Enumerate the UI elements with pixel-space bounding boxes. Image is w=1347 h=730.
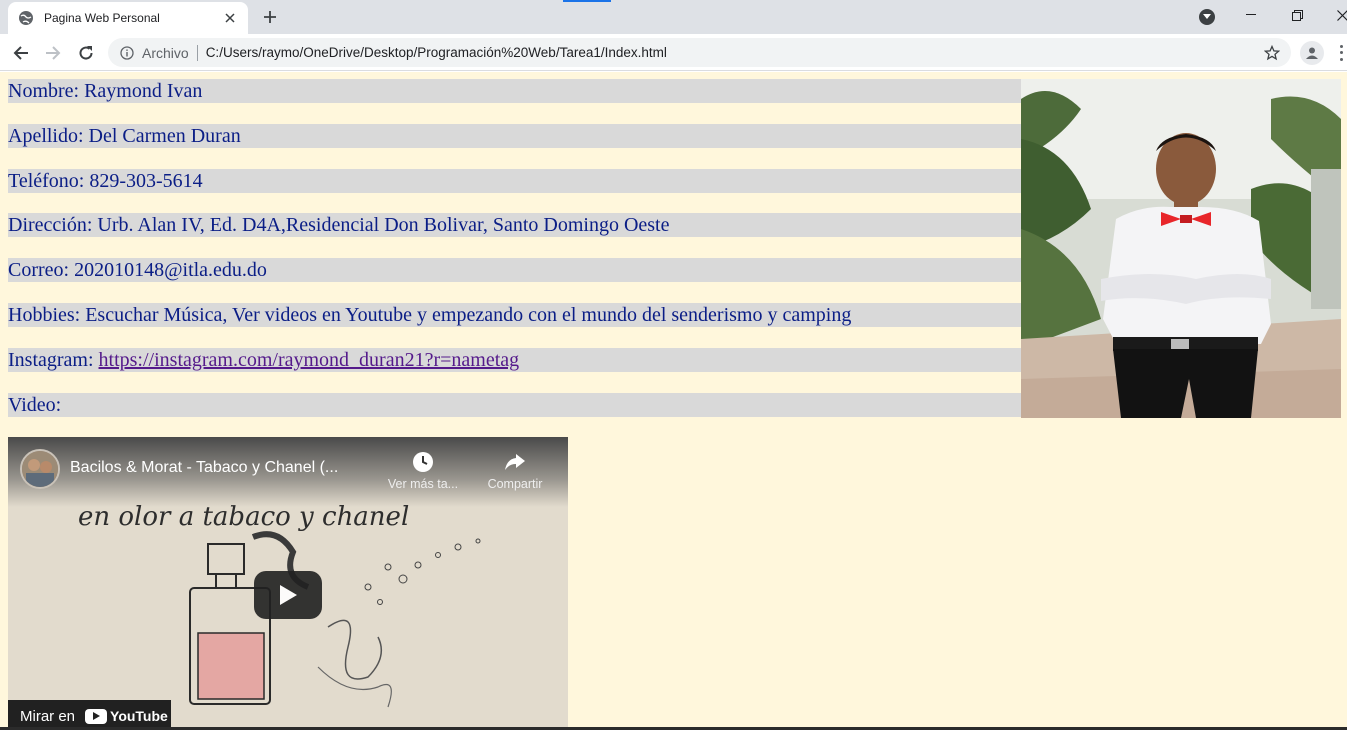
reload-button[interactable]: [73, 40, 99, 66]
play-button[interactable]: [254, 571, 322, 619]
tab-title: Pagina Web Personal: [44, 11, 160, 25]
youtube-logo: YouTube: [85, 708, 168, 724]
share-button[interactable]: Compartir: [470, 449, 560, 491]
youtube-play-icon: [85, 708, 108, 724]
watch-later-label: Ver más ta...: [387, 477, 459, 491]
tab-search-icon[interactable]: [1199, 9, 1215, 25]
share-icon: [470, 449, 560, 475]
info-icon[interactable]: [120, 45, 134, 60]
apellido-row: Apellido: Del Carmen Duran: [8, 124, 1021, 148]
browser-tab[interactable]: Pagina Web Personal: [8, 2, 248, 34]
url-text[interactable]: C:/Users/raymo/OneDrive/Desktop/Programa…: [206, 45, 1263, 60]
nombre-row: Nombre: Raymond Ivan: [8, 79, 1021, 103]
back-button[interactable]: [8, 40, 34, 66]
channel-avatar[interactable]: [20, 449, 60, 489]
bookmark-star-icon[interactable]: [1263, 44, 1281, 62]
scheme-label: Archivo: [142, 44, 189, 61]
direccion-row: Dirección: Urb. Alan IV, Ed. D4A,Residen…: [8, 213, 1021, 237]
instagram-row: Instagram: https://instagram.com/raymond…: [8, 348, 1021, 372]
youtube-embed[interactable]: en olor a tabaco y chanel Bacilos & Mora…: [8, 437, 568, 730]
share-label: Compartir: [487, 477, 543, 491]
close-window-button[interactable]: [1319, 0, 1347, 30]
tab-strip-accent: [563, 0, 611, 2]
video-title[interactable]: Bacilos & Morat - Tabaco y Chanel (...: [70, 459, 338, 477]
restore-button[interactable]: [1274, 0, 1320, 30]
youtube-wordmark: YouTube: [110, 708, 168, 724]
address-separator: [196, 44, 198, 61]
instagram-label: Instagram:: [8, 349, 99, 371]
forward-button[interactable]: [40, 40, 66, 66]
profile-avatar-icon[interactable]: [1300, 41, 1324, 65]
watch-later-button[interactable]: Ver más ta...: [378, 449, 468, 491]
correo-row: Correo: 202010148@itla.edu.do: [8, 258, 1021, 282]
globe-icon: [18, 10, 34, 26]
new-tab-button[interactable]: [260, 7, 280, 27]
instagram-link[interactable]: https://instagram.com/raymond_duran21?r=…: [99, 349, 520, 371]
clock-icon: [378, 449, 468, 475]
close-tab-icon[interactable]: [222, 10, 238, 26]
watch-on-youtube-button[interactable]: Mirar en YouTube: [8, 700, 171, 730]
browser-toolbar: Archivo C:/Users/raymo/OneDrive/Desktop/…: [0, 34, 1347, 71]
profile-photo: [1021, 79, 1341, 418]
video-label-row: Video:: [8, 393, 1021, 417]
tab-strip: Pagina Web Personal: [0, 0, 1347, 34]
kebab-menu-icon[interactable]: [1336, 43, 1346, 63]
hobbies-row: Hobbies: Escuchar Música, Ver videos en …: [8, 303, 1021, 327]
telefono-row: Teléfono: 829-303-5614: [8, 169, 1021, 193]
minimize-button[interactable]: [1228, 0, 1274, 30]
watch-on-label: Mirar en: [20, 707, 76, 725]
page-content: Nombre: Raymond Ivan Apellido: Del Carme…: [0, 72, 1347, 730]
address-bar[interactable]: Archivo C:/Users/raymo/OneDrive/Desktop/…: [108, 38, 1291, 67]
